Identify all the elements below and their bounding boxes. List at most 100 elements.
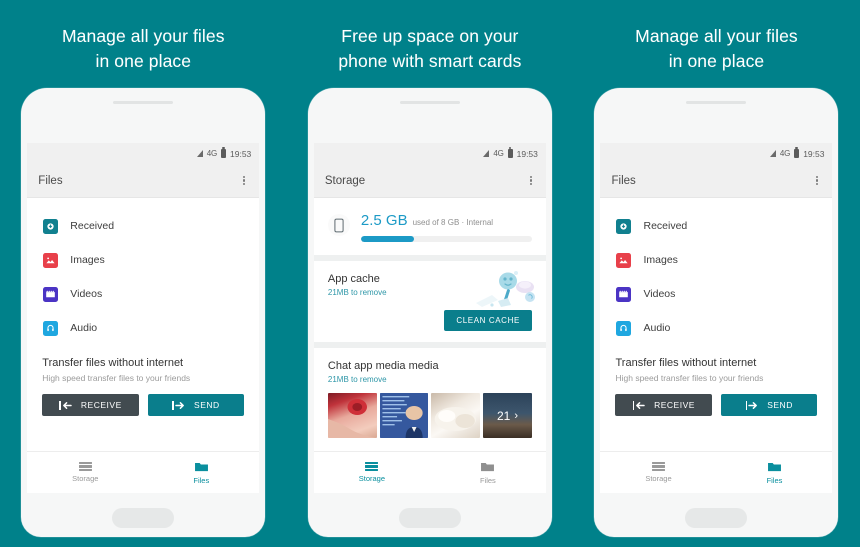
cleaning-illustration xyxy=(475,271,535,307)
nav-tab-files[interactable]: Files xyxy=(430,452,546,493)
promo-panel-3: Manage all your files in one place 4G 19… xyxy=(573,0,860,547)
file-category-list: Received Images Videos Audio xyxy=(600,198,832,345)
battery-icon xyxy=(221,147,227,158)
status-clock: 19:53 xyxy=(230,148,252,159)
storage-detail-text: used of 8 GB · Internal xyxy=(412,218,494,227)
nav-tab-files[interactable]: Files xyxy=(716,452,832,493)
phone-speaker xyxy=(113,101,174,104)
list-item-label: Images xyxy=(643,254,678,266)
transfer-button-row: RECEIVE SEND xyxy=(42,394,245,416)
send-button-label: SEND xyxy=(767,400,793,410)
nav-tab-storage[interactable]: Storage xyxy=(314,452,430,493)
receive-button-label: RECEIVE xyxy=(80,400,122,410)
status-bar: 4G 19:53 xyxy=(27,143,260,164)
transfer-button-row: RECEIVE SEND xyxy=(615,394,818,416)
send-button[interactable]: SEND xyxy=(147,394,245,416)
thumb-white-object[interactable] xyxy=(431,393,481,438)
nav-tab-files[interactable]: Files xyxy=(143,452,259,493)
transfer-title: Transfer files without internet xyxy=(42,357,184,369)
phone-mockup-3: 4G 19:53 Files Received Images Videos Au… xyxy=(594,88,839,537)
receive-button[interactable]: RECEIVE xyxy=(615,394,712,416)
file-category-list: Received Images Videos Audio xyxy=(27,198,259,345)
signal-triangle-icon xyxy=(769,150,776,157)
list-item-label: Audio xyxy=(643,322,671,334)
chevron-right-icon: › xyxy=(514,409,519,422)
bottom-navigation: Storage Files xyxy=(27,451,260,493)
kebab-menu-icon[interactable] xyxy=(527,173,535,189)
headline-line-2: in one place xyxy=(95,51,192,71)
media-thumbnail-strip: 21 › xyxy=(327,393,532,438)
card-app-cache: App cache 21MB to remove CLEAN CACHE xyxy=(313,261,546,342)
home-button[interactable] xyxy=(398,508,461,528)
bottom-navigation: Storage Files xyxy=(313,451,546,493)
storage-used-value: 2.5 GB xyxy=(360,212,408,229)
list-item-videos[interactable]: Videos xyxy=(600,277,832,311)
transfer-subtitle: High speed transfer files to your friend… xyxy=(615,373,764,383)
arrow-left-to-bar-icon xyxy=(632,400,646,410)
received-icon xyxy=(616,218,632,234)
send-button[interactable]: SEND xyxy=(720,394,818,416)
receive-button[interactable]: RECEIVE xyxy=(42,394,139,416)
home-button[interactable] xyxy=(685,508,748,528)
app-bar: Files xyxy=(27,164,260,198)
headline-line-1: Manage all your files xyxy=(635,26,798,46)
nav-tab-label: Files xyxy=(479,475,496,485)
storage-stack-icon xyxy=(365,461,379,472)
list-item-images[interactable]: Images xyxy=(600,243,832,277)
storage-stack-icon xyxy=(651,461,665,472)
thumb-cityscape-more[interactable]: 21 › xyxy=(483,393,532,438)
phone-mockup-2: 4G 19:53 Storage 2.5 GB used of 8 GB · I… xyxy=(307,88,552,537)
list-item-audio[interactable]: Audio xyxy=(27,311,259,345)
kebab-menu-icon[interactable] xyxy=(813,173,821,189)
phone-screen-1: 4G 19:53 Files Received Images Videos Au… xyxy=(27,143,260,493)
nav-tab-storage[interactable]: Storage xyxy=(600,452,716,493)
phone-speaker xyxy=(686,101,747,104)
arrow-right-to-bar-icon xyxy=(172,400,185,410)
card-action-row: CLEAN CACHE xyxy=(328,310,532,331)
transfer-section: Transfer files without internet High spe… xyxy=(600,345,832,416)
list-item-audio[interactable]: Audio xyxy=(600,311,832,345)
storage-stack-icon xyxy=(78,461,92,472)
audio-icon xyxy=(616,320,632,336)
status-clock: 19:53 xyxy=(516,148,538,159)
list-item-label: Videos xyxy=(70,288,103,300)
phone-icon xyxy=(327,214,350,236)
transfer-section: Transfer files without internet High spe… xyxy=(27,345,259,416)
promo-panel-2: Free up space on your phone with smart c… xyxy=(287,0,574,547)
storage-progress-fill xyxy=(360,236,414,242)
nav-tab-label: Files xyxy=(766,475,783,485)
status-clock: 19:53 xyxy=(803,148,825,159)
battery-icon xyxy=(507,147,513,158)
images-icon xyxy=(43,252,59,268)
list-item-label: Videos xyxy=(643,288,676,300)
received-icon xyxy=(43,218,59,234)
phone-mockup-1: 4G 19:53 Files Received Images Videos Au… xyxy=(21,88,266,537)
nav-tab-label: Storage xyxy=(645,474,672,484)
kebab-menu-icon[interactable] xyxy=(240,173,248,189)
status-bar: 4G 19:53 xyxy=(313,143,546,164)
images-icon xyxy=(616,252,632,268)
battery-icon xyxy=(794,147,800,158)
list-item-images[interactable]: Images xyxy=(27,243,259,277)
arrow-right-to-bar-icon xyxy=(745,400,759,410)
nav-tab-storage[interactable]: Storage xyxy=(27,452,143,493)
phone-screen-2: 4G 19:53 Storage 2.5 GB used of 8 GB · I… xyxy=(313,143,546,493)
list-item-videos[interactable]: Videos xyxy=(27,277,259,311)
status-bar: 4G 19:53 xyxy=(600,143,833,164)
home-button[interactable] xyxy=(112,508,175,528)
thumb-rose-hands[interactable] xyxy=(327,393,377,438)
send-button-label: SEND xyxy=(194,400,220,410)
network-label: 4G xyxy=(206,149,218,158)
list-item-received[interactable]: Received xyxy=(27,209,259,243)
list-item-label: Received xyxy=(70,220,115,232)
card-title: Chat app media media xyxy=(327,360,439,372)
thumb-document-portrait[interactable] xyxy=(379,393,429,438)
list-item-label: Received xyxy=(643,220,688,232)
clean-cache-button[interactable]: CLEAN CACHE xyxy=(444,310,532,331)
list-item-label: Images xyxy=(70,254,105,266)
headline-line-2: in one place xyxy=(668,51,765,71)
app-bar: Storage xyxy=(313,164,546,198)
app-bar-title: Storage xyxy=(324,174,366,187)
videos-icon xyxy=(43,286,59,302)
list-item-received[interactable]: Received xyxy=(600,209,832,243)
